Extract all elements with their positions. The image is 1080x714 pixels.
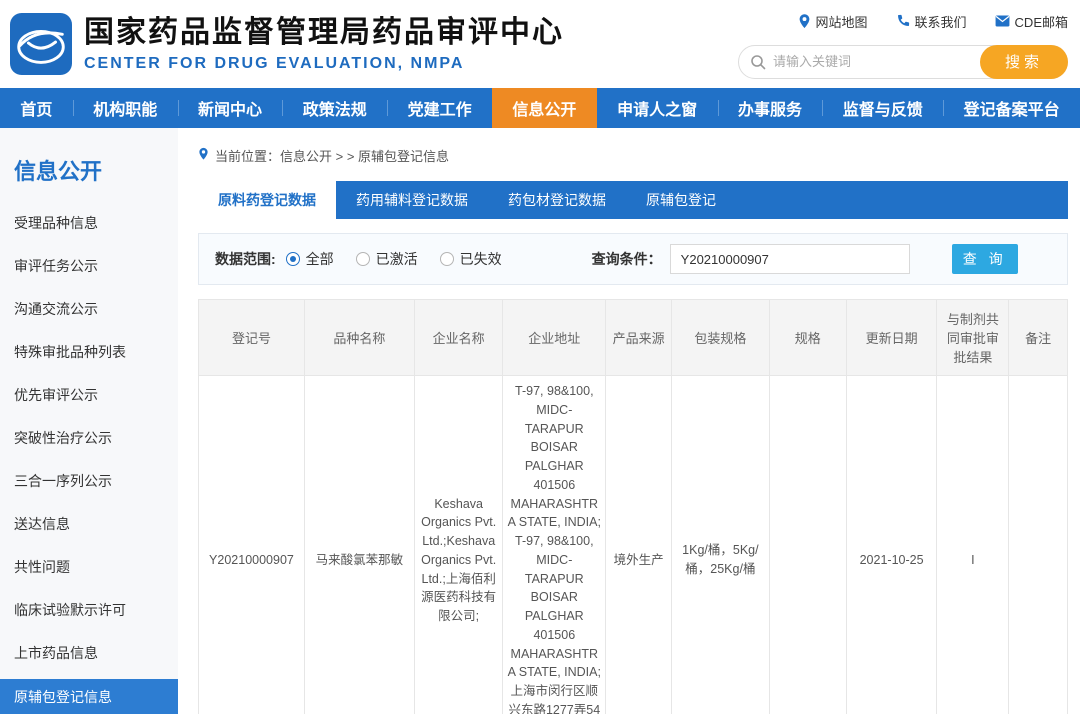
col-registration-no: 登记号 [199,300,305,376]
main-nav: 首页 机构职能 新闻中心 政策法规 党建工作 信息公开 申请人之窗 办事服务 监… [0,88,1080,128]
nav-item-info-disclosure[interactable]: 信息公开 [492,88,597,128]
nav-item-services[interactable]: 办事服务 [718,88,823,128]
radio-all-label: 全部 [306,249,334,269]
sidebar-item-special-approval[interactable]: 特殊审批品种列表 [0,331,178,374]
nav-item-party[interactable]: 党建工作 [387,88,492,128]
search-button[interactable]: 搜索 [980,45,1068,79]
nav-item-policy[interactable]: 政策法规 [282,88,387,128]
registration-table: 登记号 品种名称 企业名称 企业地址 产品来源 包装规格 规格 更新日期 与制剂… [198,299,1068,714]
body: 信息公开 受理品种信息 审评任务公示 沟通交流公示 特殊审批品种列表 优先审评公… [0,128,1080,714]
sidebar-item-accepted-varieties[interactable]: 受理品种信息 [0,202,178,245]
radio-expired[interactable]: 已失效 [440,249,502,269]
sidebar-item-raw-excipient-packaging-registration[interactable]: 原辅包登记信息 [0,679,178,714]
header-right: 网站地图 联系我们 CDE邮箱 [738,10,1068,79]
col-variety-name: 品种名称 [304,300,414,376]
query-condition-input[interactable] [670,244,910,274]
title-block: 国家药品监督管理局药品审评中心 CENTER FOR DRUG EVALUATI… [84,15,564,73]
search-icon [750,54,766,75]
page: 国家药品监督管理局药品审评中心 CENTER FOR DRUG EVALUATI… [0,0,1080,714]
radio-activated[interactable]: 已激活 [356,249,418,269]
table-header-row: 登记号 品种名称 企业名称 企业地址 产品来源 包装规格 规格 更新日期 与制剂… [199,300,1068,376]
nav-item-home[interactable]: 首页 [0,88,73,128]
col-remark: 备注 [1009,300,1068,376]
cell-update-date: 2021-10-25 [846,376,936,714]
nav-item-functions[interactable]: 机构职能 [73,88,178,128]
col-joint-approval-result: 与制剂共同审批审批结果 [937,300,1009,376]
nav-item-registration-platform[interactable]: 登记备案平台 [943,88,1080,128]
tabbar: 原料药登记数据 药用辅料登记数据 药包材登记数据 原辅包登记 [198,181,1068,219]
sidebar-title: 信息公开 [0,154,178,186]
sitemap-link[interactable]: 网站地图 [798,12,868,31]
sidebar-item-marketed-drugs[interactable]: 上市药品信息 [0,632,178,675]
site-header: 国家药品监督管理局药品审评中心 CENTER FOR DRUG EVALUATI… [0,0,1080,88]
breadcrumb: 当前位置：信息公开 > > 原辅包登记信息 [198,146,1068,165]
mailbox-link[interactable]: CDE邮箱 [995,12,1068,31]
cell-variety-name: 马来酸氯苯那敏 [304,376,414,714]
cell-remark [1009,376,1068,714]
col-product-source: 产品来源 [606,300,672,376]
nav-item-applicant[interactable]: 申请人之窗 [597,88,718,128]
sidebar-item-delivery-info[interactable]: 送达信息 [0,503,178,546]
sidebar: 信息公开 受理品种信息 审评任务公示 沟通交流公示 特殊审批品种列表 优先审评公… [0,128,178,714]
cell-company-name: Keshava Organics Pvt. Ltd.;Keshava Organ… [414,376,502,714]
breadcrumb-text: 当前位置：信息公开 > > 原辅包登记信息 [215,146,449,165]
filter-bar: 数据范围: 全部 已激活 已失效 查询条件： [198,233,1068,285]
search-box: 搜索 [738,45,1068,79]
cell-joint-approval-result: I [937,376,1009,714]
cell-product-source: 境外生产 [606,376,672,714]
cell-spec [769,376,846,714]
cell-registration-no: Y20210000907 [199,376,305,714]
contact-label: 联系我们 [915,12,967,31]
top-links: 网站地图 联系我们 CDE邮箱 [738,10,1068,31]
mail-icon [995,15,1010,27]
radio-all-circle[interactable] [286,252,300,266]
sidebar-item-three-in-one[interactable]: 三合一序列公示 [0,460,178,503]
sidebar-item-clinical-trial-implied-license[interactable]: 临床试验默示许可 [0,589,178,632]
location-pin-icon [798,14,811,29]
phone-icon [896,14,910,28]
contact-link[interactable]: 联系我们 [896,12,967,31]
sidebar-item-review-tasks[interactable]: 审评任务公示 [0,245,178,288]
tab-api-registration-data[interactable]: 原料药登记数据 [198,181,336,219]
sidebar-item-breakthrough-therapy[interactable]: 突破性治疗公示 [0,417,178,460]
radio-expired-circle[interactable] [440,252,454,266]
tab-excipient-registration-data[interactable]: 药用辅料登记数据 [336,181,488,219]
query-button[interactable]: 查 询 [952,244,1018,274]
scope-radio-group: 全部 已激活 已失效 [286,249,502,269]
cde-logo-icon [10,13,72,75]
col-company-address: 企业地址 [503,300,606,376]
sidebar-item-common-issues[interactable]: 共性问题 [0,546,178,589]
radio-activated-label: 已激活 [376,249,418,269]
nav-item-feedback[interactable]: 监督与反馈 [822,88,943,128]
col-spec: 规格 [769,300,846,376]
breadcrumb-pin-icon [198,147,209,164]
site-title: 国家药品监督管理局药品审评中心 [84,15,564,51]
sidebar-item-priority-review[interactable]: 优先审评公示 [0,374,178,417]
query-condition-label: 查询条件： [592,249,662,269]
cell-company-address: T-97, 98&100, MIDC-TARAPUR BOISAR PALGHA… [503,376,606,714]
scope-label: 数据范围: [215,249,276,269]
col-package-spec: 包装规格 [672,300,770,376]
main-content: 当前位置：信息公开 > > 原辅包登记信息 原料药登记数据 药用辅料登记数据 药… [178,128,1080,714]
col-update-date: 更新日期 [846,300,936,376]
cell-package-spec: 1Kg/桶，5Kg/桶，25Kg/桶 [672,376,770,714]
tab-packaging-material-registration-data[interactable]: 药包材登记数据 [488,181,626,219]
mailbox-label: CDE邮箱 [1015,12,1068,31]
col-company-name: 企业名称 [414,300,502,376]
radio-expired-label: 已失效 [460,249,502,269]
radio-all[interactable]: 全部 [286,249,334,269]
radio-activated-circle[interactable] [356,252,370,266]
tab-raw-excipient-packaging[interactable]: 原辅包登记 [626,181,736,219]
sidebar-item-communication[interactable]: 沟通交流公示 [0,288,178,331]
nav-item-news[interactable]: 新闻中心 [178,88,283,128]
sitemap-label: 网站地图 [816,12,868,31]
table-row: Y20210000907 马来酸氯苯那敏 Keshava Organics Pv… [199,376,1068,714]
site-subtitle: CENTER FOR DRUG EVALUATION, NMPA [84,55,564,73]
